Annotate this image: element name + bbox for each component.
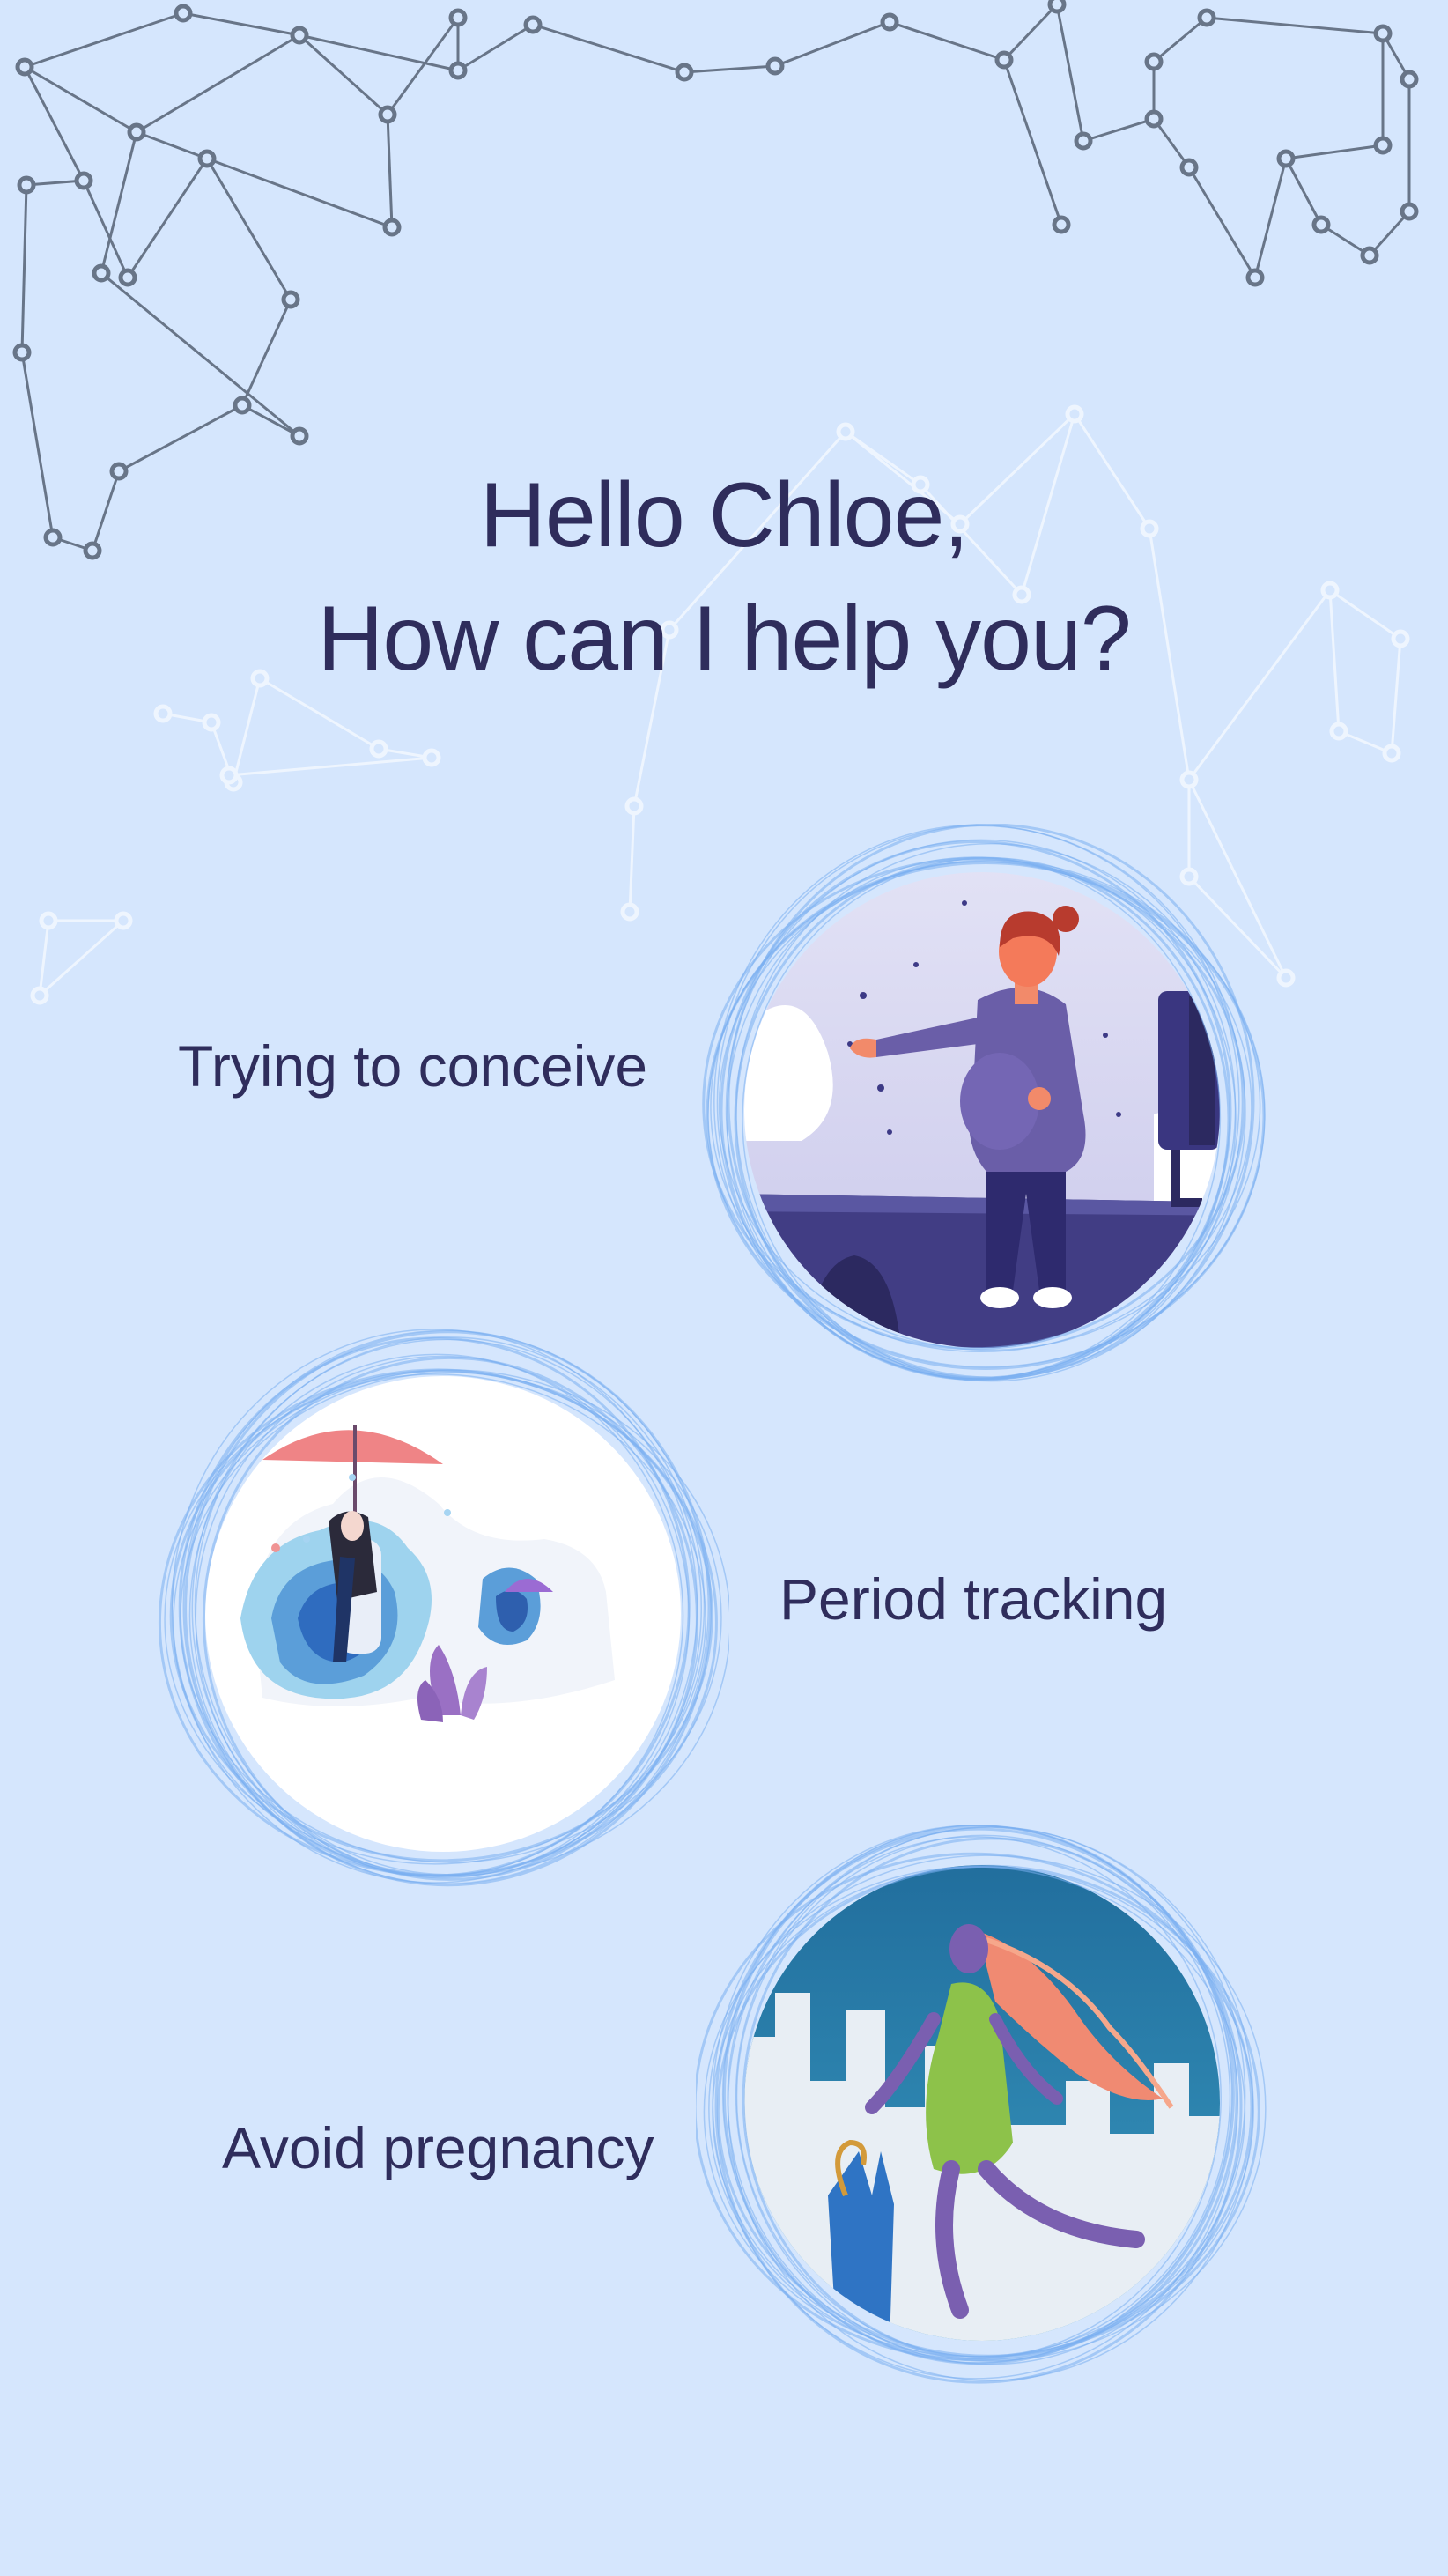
greeting-line-1: Hello Chloe, [479, 464, 970, 566]
option-label-trying-to-conceive[interactable]: Trying to conceive [178, 1031, 647, 1101]
option-avoid-pregnancy-button[interactable] [696, 1817, 1268, 2389]
woman-with-umbrella-illustration [158, 1329, 729, 1887]
option-label-period-tracking[interactable]: Period tracking [779, 1564, 1167, 1634]
woman-in-wind-illustration [696, 1825, 1267, 2384]
option-label-avoid-pregnancy[interactable]: Avoid pregnancy [222, 2113, 654, 2183]
option-period-tracking-button[interactable] [157, 1328, 729, 1900]
pregnant-woman-illustration [702, 824, 1266, 1382]
option-trying-to-conceive-button[interactable] [696, 824, 1268, 1396]
greeting-line-2: How can I help you? [317, 588, 1131, 690]
